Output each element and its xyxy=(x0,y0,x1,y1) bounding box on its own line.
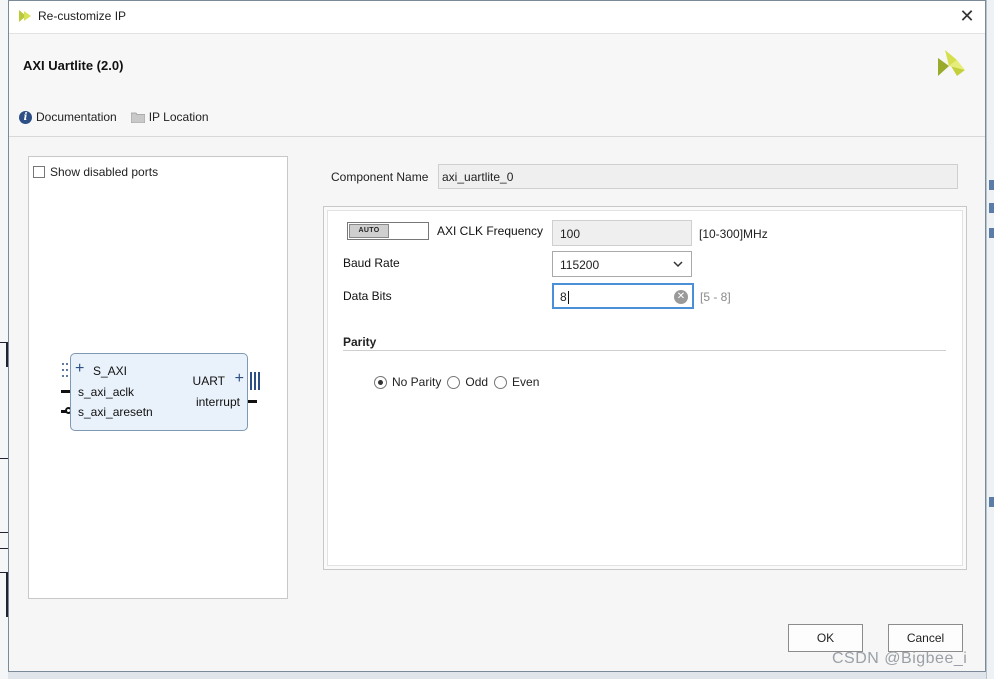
ip-location-label: IP Location xyxy=(148,110,209,124)
aresetn-port-label: s_axi_aresetn xyxy=(78,405,153,419)
header-links: i Documentation IP Location xyxy=(19,110,209,124)
data-bits-value: 8 xyxy=(560,290,567,304)
baud-rate-value: 115200 xyxy=(560,258,600,272)
configuration-inner: AUTO AXI CLK Frequency 100 [10-300]MHz B… xyxy=(327,210,963,566)
aclk-port-label: s_axi_aclk xyxy=(78,385,135,399)
uart-expand-icon[interactable]: + xyxy=(235,371,244,387)
interrupt-pin xyxy=(248,400,257,403)
csdn-watermark: CSDN @Bigbee_i xyxy=(832,650,968,667)
radio-circle[interactable] xyxy=(447,375,461,389)
title-bar: Re-customize IP ✕ xyxy=(9,1,985,34)
baud-rate-label: Baud Rate xyxy=(343,256,400,270)
s-axi-port-label: S_AXI xyxy=(93,364,128,378)
window-title: Re-customize IP xyxy=(38,9,127,23)
clear-icon[interactable]: ✕ xyxy=(674,290,688,304)
background-app-right xyxy=(986,0,994,679)
auto-toggle[interactable]: AUTO xyxy=(347,222,429,240)
radio-circle-selected[interactable] xyxy=(374,375,387,389)
parity-radio-group: No Parity Odd Even xyxy=(374,375,539,389)
parity-odd-radio[interactable]: Odd xyxy=(447,375,488,389)
parity-option-label: Even xyxy=(512,375,540,389)
axi-clk-frequency-field[interactable]: 100 xyxy=(552,220,692,246)
parity-section-title: Parity xyxy=(343,335,377,349)
ok-button[interactable]: OK xyxy=(788,624,863,652)
component-name-field[interactable]: axi_uartlite_0 xyxy=(438,164,958,189)
ip-symbol-panel: Show disabled ports + S_AXI s_axi_aclk s… xyxy=(28,156,288,599)
parity-no-parity-radio[interactable]: No Parity xyxy=(374,375,441,389)
background-app-left xyxy=(0,0,8,679)
cancel-button[interactable]: Cancel xyxy=(888,624,963,652)
show-disabled-ports-checkbox[interactable]: Show disabled ports xyxy=(33,165,158,179)
documentation-link[interactable]: i Documentation xyxy=(19,110,117,124)
configuration-panel: AUTO AXI CLK Frequency 100 [10-300]MHz B… xyxy=(323,206,967,570)
parity-option-label: Odd xyxy=(465,375,489,389)
xilinx-logo-icon xyxy=(938,50,965,76)
close-button[interactable]: ✕ xyxy=(957,6,977,26)
chevron-down-icon xyxy=(673,261,683,268)
radio-circle[interactable] xyxy=(494,375,508,389)
text-cursor xyxy=(567,291,569,305)
component-name-label: Component Name xyxy=(331,170,429,184)
parity-even-radio[interactable]: Even xyxy=(494,375,539,389)
documentation-label: Documentation xyxy=(36,110,117,124)
parity-divider xyxy=(343,350,946,351)
ip-header: AXI Uartlite (2.0) i Documentation IP Lo… xyxy=(9,34,985,137)
interrupt-port-label: interrupt xyxy=(195,395,240,409)
auto-toggle-label: AUTO xyxy=(349,224,389,238)
data-bits-range: [5 - 8] xyxy=(700,290,731,304)
re-customize-ip-dialog: Re-customize IP ✕ AXI Uartlite (2.0) i D… xyxy=(8,0,986,672)
axi-clk-frequency-label: AXI CLK Frequency xyxy=(437,224,544,238)
uart-bus-pin-icon xyxy=(250,372,260,390)
vivado-logo-icon xyxy=(19,10,31,22)
parity-option-label: No Parity xyxy=(392,375,442,389)
uart-port-label: UART xyxy=(192,374,225,388)
checkbox-box[interactable] xyxy=(33,166,45,178)
axi-uartlite-block[interactable]: + S_AXI s_axi_aclk s_axi_aresetn UART + … xyxy=(70,353,248,431)
baud-rate-select[interactable]: 115200 xyxy=(552,251,692,277)
axi-clk-range: [10-300]MHz xyxy=(699,227,768,241)
data-bits-field[interactable]: 8 ✕ xyxy=(552,283,694,309)
s-axi-expand-icon[interactable]: + xyxy=(75,361,84,377)
info-icon: i xyxy=(19,110,32,124)
ip-name-title: AXI Uartlite (2.0) xyxy=(23,58,124,73)
data-bits-label: Data Bits xyxy=(343,289,392,303)
ip-location-link[interactable]: IP Location xyxy=(123,110,209,124)
show-disabled-label: Show disabled ports xyxy=(50,165,159,179)
folder-icon xyxy=(130,112,145,123)
